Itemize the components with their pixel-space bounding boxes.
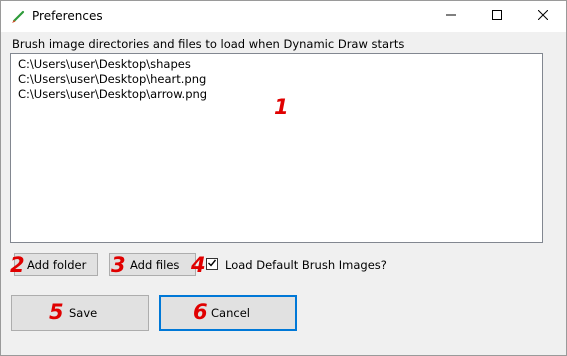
- close-icon: [537, 9, 549, 23]
- instruction-label: Brush image directories and files to loa…: [12, 37, 405, 51]
- maximize-button[interactable]: [474, 1, 520, 32]
- load-default-brushes-label[interactable]: Load Default Brush Images?: [225, 258, 387, 272]
- save-button[interactable]: Save: [11, 295, 149, 331]
- add-folder-button[interactable]: Add folder: [14, 253, 98, 276]
- paintbrush-icon: [10, 9, 26, 25]
- list-item[interactable]: C:\Users\user\Desktop\heart.png: [18, 72, 206, 87]
- annotation-marker-1: 1: [274, 95, 289, 119]
- list-item[interactable]: C:\Users\user\Desktop\arrow.png: [18, 87, 207, 102]
- annotation-marker-5: 5: [49, 300, 64, 324]
- minimize-icon: [446, 10, 456, 23]
- maximize-icon: [492, 10, 502, 23]
- load-default-brushes-checkbox[interactable]: [206, 258, 218, 270]
- cancel-button[interactable]: Cancel: [159, 295, 297, 331]
- annotation-marker-2: 2: [10, 253, 25, 277]
- minimize-button[interactable]: [428, 1, 474, 32]
- directory-listbox[interactable]: C:\Users\user\Desktop\shapes C:\Users\us…: [10, 53, 543, 243]
- close-button[interactable]: [520, 1, 566, 32]
- annotation-marker-3: 3: [111, 253, 126, 277]
- checkmark-icon: [207, 258, 217, 271]
- annotation-marker-4: 4: [191, 253, 206, 277]
- list-item[interactable]: C:\Users\user\Desktop\shapes: [18, 57, 191, 72]
- annotation-marker-6: 6: [193, 300, 208, 324]
- window-title: Preferences: [32, 9, 103, 23]
- preferences-window: Preferences Brush image directories and …: [0, 0, 567, 356]
- title-bar[interactable]: Preferences: [1, 1, 566, 32]
